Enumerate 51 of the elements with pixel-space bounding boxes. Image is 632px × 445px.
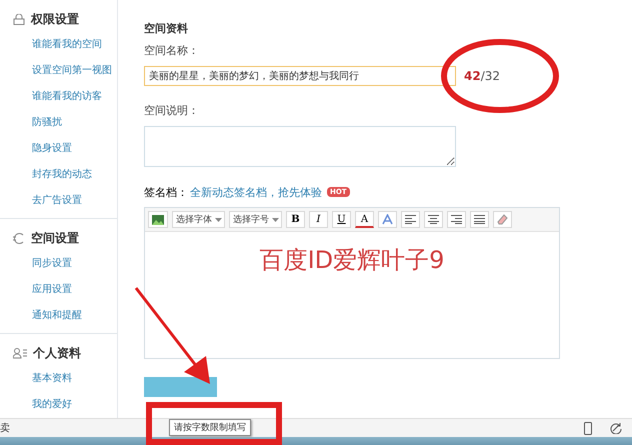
text-style-button[interactable]: I <box>309 211 328 228</box>
align-button[interactable] <box>470 211 489 228</box>
caret-icon <box>272 218 279 222</box>
eraser-icon <box>497 214 508 225</box>
section-title: 空间设置 <box>31 230 79 246</box>
insert-image-button[interactable] <box>148 211 168 228</box>
signature-link[interactable]: 全新动态签名档，抢先体验 <box>190 184 322 200</box>
text-style-button[interactable]: B <box>286 211 305 228</box>
rich-text-editor[interactable]: 选择字体 选择字号 B I U A 百度ID爱辉叶子9 <box>144 207 560 359</box>
character-counter: 42/32 <box>464 69 500 83</box>
lock-icon <box>13 14 25 24</box>
font-color-button[interactable]: A <box>355 211 374 228</box>
sidebar-link[interactable]: 隐身设置 <box>0 136 117 162</box>
align-icon <box>405 215 416 224</box>
sidebar-link[interactable]: 谁能看我的访客 <box>0 84 117 110</box>
sidebar-link[interactable]: 基本资料 <box>0 366 117 392</box>
align-icon <box>428 215 439 224</box>
sidebar-link[interactable]: 同步设置 <box>0 251 117 277</box>
space-name-field[interactable]: 美丽的星星，美丽的梦幻，美丽的梦想与我同行 <box>144 66 456 86</box>
align-icon <box>451 215 462 224</box>
field-label: 空间说明： <box>144 103 200 119</box>
sidebar-link[interactable]: 应用设置 <box>0 277 117 303</box>
image-icon <box>152 214 164 224</box>
text-effect-button[interactable] <box>378 211 397 228</box>
section-title: 权限设置 <box>31 10 79 28</box>
description-field[interactable] <box>144 126 456 167</box>
font-select[interactable]: 选择字体 <box>172 211 225 228</box>
status-text: 卖 <box>0 422 10 435</box>
sidebar-link[interactable]: 我的爱好 <box>0 392 117 418</box>
align-icon <box>474 215 485 224</box>
sidebar-link[interactable]: 通知和提醒 <box>0 303 117 329</box>
section-heading: 空间资料 <box>144 21 189 37</box>
tooltip: 请按字数限制填写 <box>169 419 251 436</box>
sidebar-link[interactable]: 去广告设置 <box>0 188 117 214</box>
sidebar-link[interactable]: 设置空间第一视图 <box>0 58 117 84</box>
caret-icon <box>215 218 222 222</box>
align-button[interactable] <box>401 211 420 228</box>
align-button[interactable] <box>424 211 443 228</box>
phone-icon[interactable] <box>584 422 592 434</box>
field-label: 签名档： <box>144 184 188 200</box>
sidebar-link[interactable]: 防骚扰 <box>0 110 117 136</box>
field-label: 空间名称： <box>144 43 200 59</box>
align-button[interactable] <box>447 211 466 228</box>
text-style-button[interactable]: U <box>332 211 351 228</box>
editor-text: 百度ID爱辉叶子9 <box>260 245 444 276</box>
person-icon <box>13 348 27 358</box>
sidebar-link[interactable]: 封存我的动态 <box>0 162 117 188</box>
sidebar-link[interactable]: 谁能看我的空间 <box>0 32 117 58</box>
section-title: 个人资料 <box>33 344 81 362</box>
outlined-letter-icon <box>382 214 393 225</box>
size-select[interactable]: 选择字号 <box>229 211 282 228</box>
